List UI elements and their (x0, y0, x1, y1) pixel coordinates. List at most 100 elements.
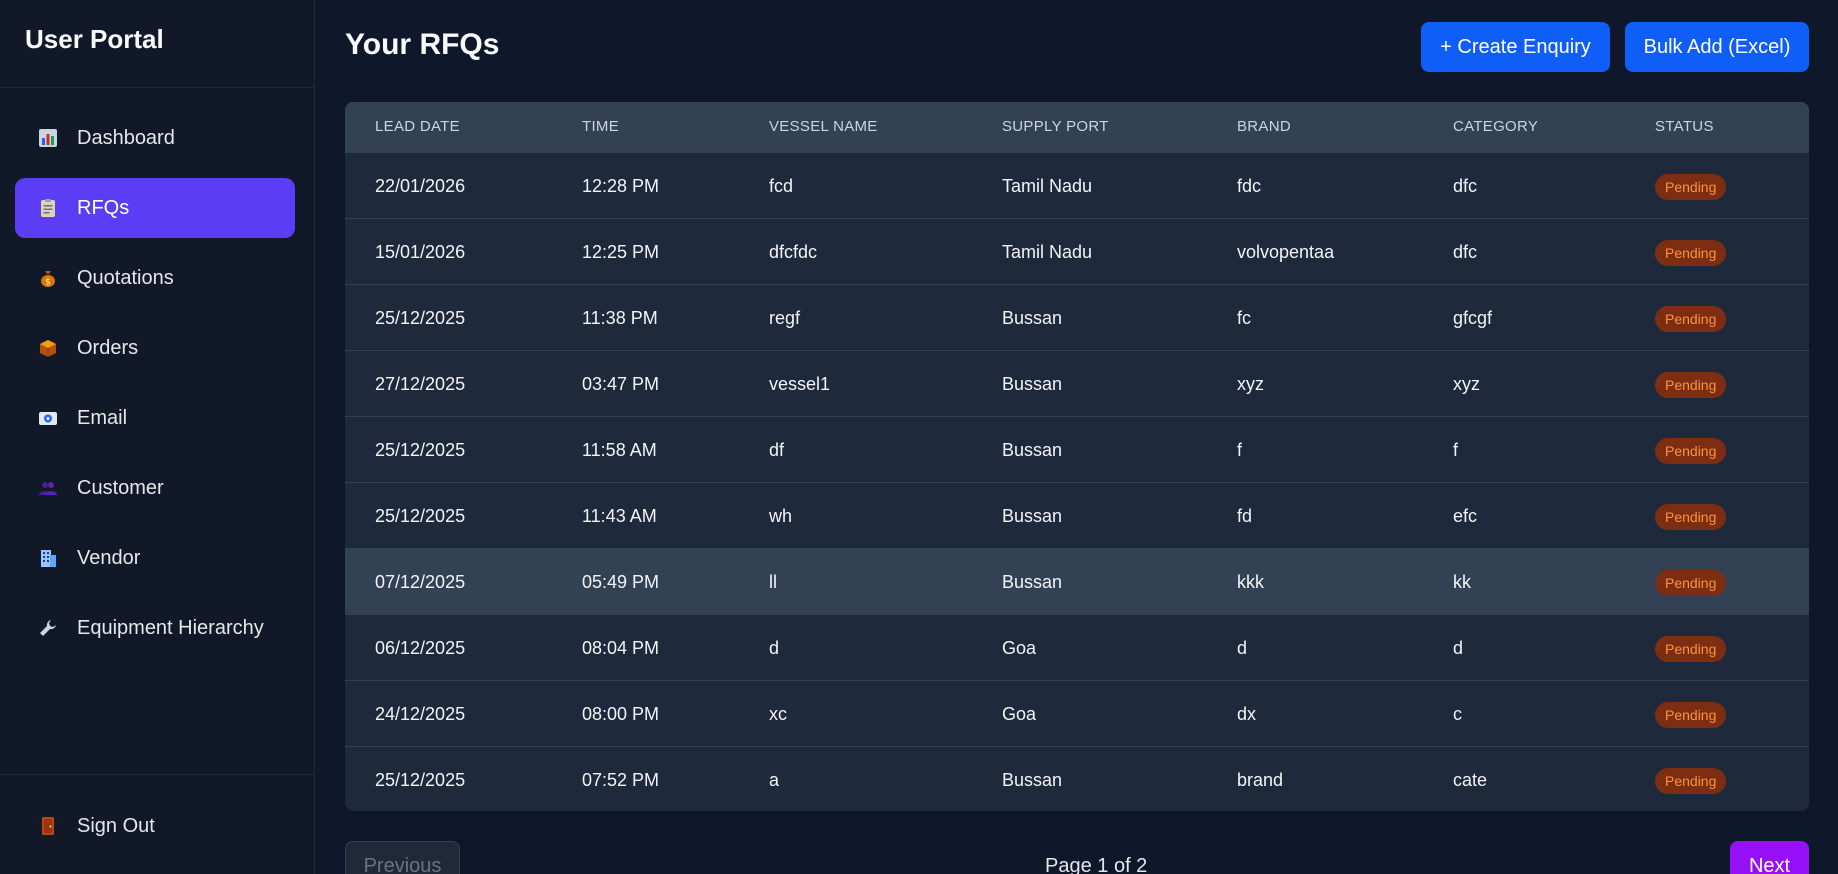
main-content: Your RFQs + Create Enquiry Bulk Add (Exc… (345, 0, 1809, 874)
time-cell: 11:58 AM (582, 440, 657, 460)
sidebar: User Portal Dashboard RFQs $ Quotations … (0, 0, 315, 874)
sidebar-item-customer[interactable]: Customer (15, 458, 295, 518)
sidebar-item-dashboard[interactable]: Dashboard (15, 108, 295, 168)
door-icon (37, 815, 59, 837)
status-badge: Pending (1655, 240, 1727, 266)
category-cell: d (1453, 638, 1464, 658)
page-indicator: Page 1 of 2 (1045, 855, 1148, 874)
supply-port-cell: Goa (1002, 638, 1037, 658)
supply-port-cell: Bussan (1002, 770, 1063, 790)
category-cell: dfc (1453, 176, 1478, 196)
table-row[interactable]: 25/12/2025 11:38 PM regf Bussan fc gfcgf Pendi… (345, 284, 1809, 350)
money-bag-icon: $ (37, 267, 59, 289)
column-header-status[interactable]: STATUS (1655, 102, 1714, 152)
sidebar-item-quotations[interactable]: $ Quotations (15, 248, 295, 308)
category-cell: dfc (1453, 242, 1478, 262)
vessel-name-cell: a (769, 770, 780, 790)
table-row[interactable]: 22/01/2026 12:28 PM fcd Tamil Nadu fdc dfc Pen… (345, 152, 1809, 218)
vessel-name-cell: d (769, 638, 780, 658)
previous-page-button[interactable]: Previous (345, 841, 460, 874)
time-cell: 07:52 PM (582, 770, 660, 790)
category-cell: efc (1453, 506, 1478, 526)
category-cell: xyz (1453, 374, 1480, 394)
lead-date-cell: 25/12/2025 (375, 308, 466, 328)
users-icon (37, 477, 59, 499)
wrench-icon (37, 617, 59, 639)
category-cell: cate (1453, 770, 1488, 790)
status-badge: Pending (1655, 570, 1727, 596)
table-row[interactable]: 25/12/2025 11:58 AM df Bussan f f Pending (345, 416, 1809, 482)
vessel-name-cell: ll (769, 572, 777, 592)
table-row[interactable]: 25/12/2025 07:52 PM a Bussan brand cate Pendin… (345, 746, 1809, 811)
lead-date-cell: 27/12/2025 (375, 374, 466, 394)
column-header-time[interactable]: TIME (582, 102, 619, 152)
category-cell: kk (1453, 572, 1471, 592)
table-row[interactable]: 15/01/2026 12:25 PM dfcfdc Tamil Nadu volvop… (345, 218, 1809, 284)
lead-date-cell: 07/12/2025 (375, 572, 466, 592)
supply-port-cell: Tamil Nadu (1002, 176, 1093, 196)
time-cell: 05:49 PM (582, 572, 660, 592)
rfq-table: LEAD DATE TIME VESSEL NAME SUPPLY PORT B… (345, 102, 1809, 811)
next-page-button[interactable]: Next (1730, 841, 1809, 874)
vessel-name-cell: dfcfdc (769, 242, 818, 262)
sidebar-item-label: Vendor (77, 546, 141, 569)
lead-date-cell: 25/12/2025 (375, 770, 466, 790)
email-icon (37, 407, 59, 429)
column-header-vessel-name[interactable]: VESSEL NAME (769, 102, 878, 152)
sidebar-item-label: Quotations (77, 266, 174, 289)
lead-date-cell: 25/12/2025 (375, 506, 466, 526)
sidebar-item-label: Orders (77, 336, 139, 359)
bulk-add-excel-button[interactable]: Bulk Add (Excel) (1625, 22, 1809, 72)
column-header-supply-port[interactable]: SUPPLY PORT (1002, 102, 1109, 152)
table-row[interactable]: 25/12/2025 11:43 AM wh Bussan fd efc Pending (345, 482, 1809, 548)
time-cell: 03:47 PM (582, 374, 660, 394)
status-badge: Pending (1655, 768, 1727, 794)
brand-cell: dx (1237, 704, 1257, 724)
status-badge: Pending (1655, 702, 1727, 728)
vessel-name-cell: fcd (769, 176, 794, 196)
time-cell: 11:43 AM (582, 506, 657, 526)
sign-out-button[interactable]: Sign Out (15, 796, 295, 856)
brand-cell: brand (1237, 770, 1284, 790)
status-badge: Pending (1655, 504, 1727, 530)
sidebar-item-label: RFQs (77, 196, 130, 219)
brand-cell: fd (1237, 506, 1253, 526)
table-row[interactable]: 24/12/2025 08:00 PM xc Goa dx c Pending (345, 680, 1809, 746)
supply-port-cell: Bussan (1002, 506, 1063, 526)
portal-title: User Portal (0, 0, 314, 88)
time-cell: 11:38 PM (582, 308, 658, 328)
table-row[interactable]: 07/12/2025 05:49 PM ll Bussan kkk kk Pending (345, 548, 1809, 614)
vessel-name-cell: regf (769, 308, 801, 328)
supply-port-cell: Bussan (1002, 440, 1063, 460)
column-header-category[interactable]: CATEGORY (1453, 102, 1538, 152)
lead-date-cell: 24/12/2025 (375, 704, 466, 724)
sidebar-item-vendor[interactable]: Vendor (15, 528, 295, 588)
category-cell: f (1453, 440, 1459, 460)
time-cell: 08:04 PM (582, 638, 660, 658)
bar-chart-icon (37, 127, 59, 149)
sidebar-item-email[interactable]: Email (15, 388, 295, 448)
table-row[interactable]: 27/12/2025 03:47 PM vessel1 Bussan xyz xyz Pen… (345, 350, 1809, 416)
vessel-name-cell: wh (769, 506, 793, 526)
page-title: Your RFQs (345, 28, 500, 61)
sidebar-item-equipment-hierarchy[interactable]: Equipment Hierarchy (15, 598, 295, 658)
supply-port-cell: Bussan (1002, 572, 1063, 592)
column-header-lead-date[interactable]: LEAD DATE (375, 102, 460, 152)
sidebar-item-rfqs[interactable]: RFQs (15, 178, 295, 238)
vessel-name-cell: vessel1 (769, 374, 831, 394)
supply-port-cell: Bussan (1002, 308, 1063, 328)
status-badge: Pending (1655, 636, 1727, 662)
time-cell: 12:28 PM (582, 176, 660, 196)
supply-port-cell: Tamil Nadu (1002, 242, 1093, 262)
lead-date-cell: 06/12/2025 (375, 638, 466, 658)
building-icon (37, 547, 59, 569)
sidebar-item-orders[interactable]: Orders (15, 318, 295, 378)
vessel-name-cell: xc (769, 704, 787, 724)
status-badge: Pending (1655, 306, 1727, 332)
brand-cell: fdc (1237, 176, 1262, 196)
table-row[interactable]: 06/12/2025 08:04 PM d Goa d d Pending (345, 614, 1809, 680)
column-header-brand[interactable]: BRAND (1237, 102, 1291, 152)
sidebar-item-label: Equipment Hierarchy (77, 616, 264, 639)
create-enquiry-button[interactable]: + Create Enquiry (1421, 22, 1610, 72)
brand-cell: fc (1237, 308, 1252, 328)
